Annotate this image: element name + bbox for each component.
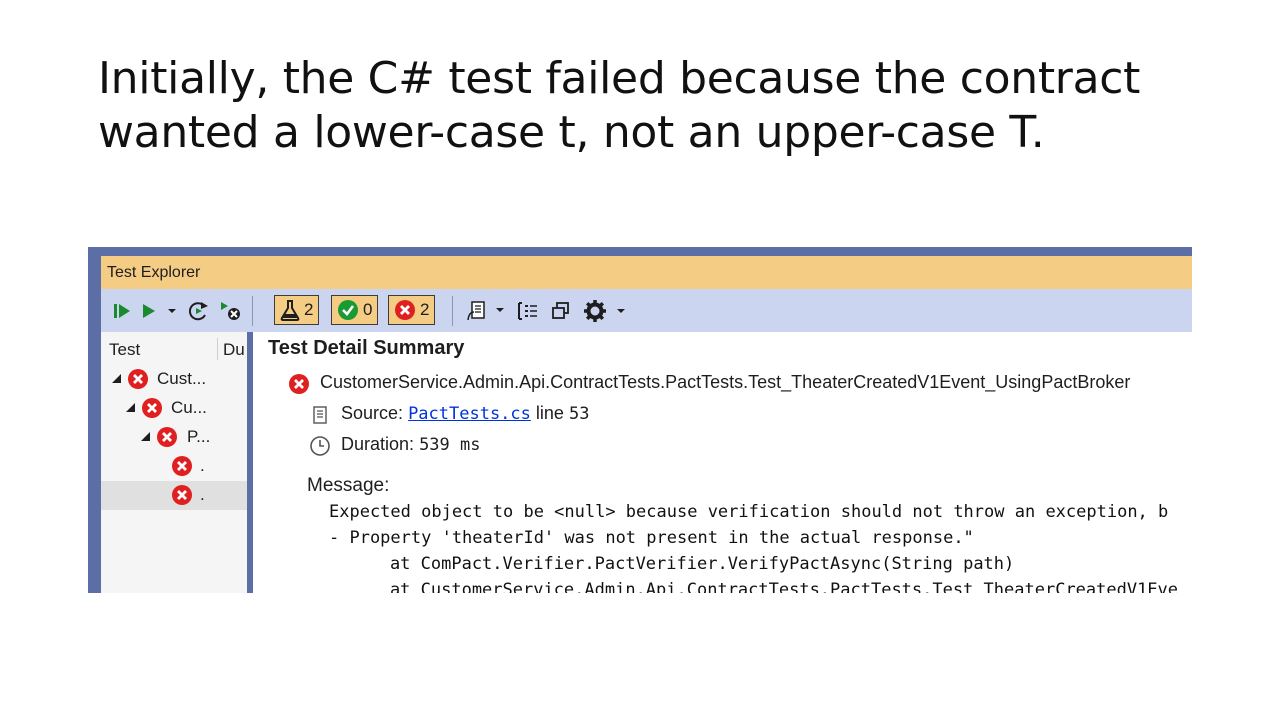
message-line: Expected object to be <null> because ver… xyxy=(329,502,1169,522)
tree-row-selected[interactable]: . xyxy=(101,481,247,510)
run-button[interactable] xyxy=(138,297,182,325)
total-tests-filter[interactable]: 2 xyxy=(274,295,320,325)
error-circle-icon xyxy=(128,369,148,389)
slide-title: Initially, the C# test failed because th… xyxy=(98,52,1198,160)
cancel-run-button[interactable] xyxy=(216,297,244,325)
error-circle-icon xyxy=(172,485,192,505)
source-row: Source: PactTests.cs line 53 xyxy=(341,403,589,424)
playlist-icon xyxy=(467,301,485,321)
test-full-name: CustomerService.Admin.Api.ContractTests.… xyxy=(320,372,1131,392)
chevron-down-icon xyxy=(617,309,625,313)
slide-title-line-1: Initially, the C# test failed because th… xyxy=(98,53,1141,104)
line-label: line xyxy=(535,403,564,423)
tree-row[interactable]: P... xyxy=(101,423,247,452)
group-by-button[interactable] xyxy=(514,297,542,325)
collapse-triangle-icon[interactable] xyxy=(112,374,121,383)
playlist-button[interactable] xyxy=(465,297,509,325)
play-icon xyxy=(143,304,155,318)
source-label: Source: xyxy=(341,403,404,423)
message-line: - Property 'theaterId' was not present i… xyxy=(329,528,974,548)
detail-heading: Test Detail Summary xyxy=(268,337,465,359)
duration-row: Duration: 539 ms xyxy=(341,434,480,455)
message-line: at ComPact.Verifier.PactVerifier.VerifyP… xyxy=(349,554,1015,574)
duration-label: Duration: xyxy=(341,434,415,454)
test-explorer-window: Test Explorer 2 0 2 Test Du Cust... Cu..… xyxy=(88,247,1192,593)
tree-item-label: Cust... xyxy=(157,369,207,388)
collapse-triangle-icon[interactable] xyxy=(126,403,135,412)
error-circle-icon xyxy=(142,398,162,418)
column-header-duration[interactable]: Du xyxy=(223,340,245,360)
test-tree-pane: Test Du Cust... Cu... P... . . xyxy=(101,332,247,593)
failed-tests-filter[interactable]: 2 xyxy=(388,295,436,325)
passed-tests-filter[interactable]: 0 xyxy=(331,295,379,325)
column-divider[interactable] xyxy=(217,338,218,360)
chevron-down-icon xyxy=(168,309,176,313)
collapse-triangle-icon[interactable] xyxy=(141,432,150,441)
slide-title-line-2: wanted a lower-case t, not an upper-case… xyxy=(98,107,1045,158)
duration-value: 539 ms xyxy=(419,435,481,455)
run-all-icon xyxy=(114,304,130,318)
window-frame-left xyxy=(88,247,101,593)
repeat-last-run-button[interactable] xyxy=(185,297,213,325)
error-circle-icon xyxy=(157,427,177,447)
tree-row[interactable]: Cust... xyxy=(101,365,247,394)
group-by-icon xyxy=(518,302,537,320)
gear-icon xyxy=(584,300,606,322)
chevron-down-icon xyxy=(496,308,504,312)
cancel-run-icon xyxy=(221,302,240,320)
tree-item-label: . xyxy=(200,456,205,475)
tree-item-label: P... xyxy=(187,427,211,446)
check-circle-icon xyxy=(338,300,358,320)
flask-icon xyxy=(280,300,300,321)
source-file-icon xyxy=(313,406,327,424)
tree-row[interactable]: . xyxy=(101,452,247,481)
tree-item-label: . xyxy=(200,485,205,504)
repeat-run-icon xyxy=(188,302,208,321)
window-frame-top xyxy=(88,247,1192,256)
message-label: Message: xyxy=(307,475,390,496)
error-circle-icon xyxy=(289,374,309,394)
toolbar-separator xyxy=(452,296,453,326)
test-detail-pane: Test Detail Summary CustomerService.Admi… xyxy=(253,332,1192,593)
error-circle-icon xyxy=(172,456,192,476)
passed-count: 0 xyxy=(363,300,373,319)
tree-item-label: Cu... xyxy=(171,398,207,417)
total-count: 2 xyxy=(304,300,314,319)
window-title: Test Explorer xyxy=(107,264,201,281)
settings-button[interactable] xyxy=(582,297,630,325)
error-circle-icon xyxy=(395,300,415,320)
message-line: at CustomerService.Admin.Api.ContractTes… xyxy=(349,580,1179,593)
copy-button[interactable] xyxy=(547,297,575,325)
window-titlebar[interactable]: Test Explorer xyxy=(101,256,1192,289)
source-file-link[interactable]: PactTests.cs xyxy=(408,404,531,424)
line-number: 53 xyxy=(568,404,590,424)
run-all-button[interactable] xyxy=(111,297,135,325)
column-header-test[interactable]: Test xyxy=(109,340,140,360)
failed-count: 2 xyxy=(420,300,430,319)
toolbar: 2 0 2 xyxy=(101,289,1192,332)
toolbar-separator xyxy=(252,296,253,326)
tree-row[interactable]: Cu... xyxy=(101,394,247,423)
clock-icon xyxy=(310,436,330,456)
copy-icon xyxy=(552,302,569,319)
